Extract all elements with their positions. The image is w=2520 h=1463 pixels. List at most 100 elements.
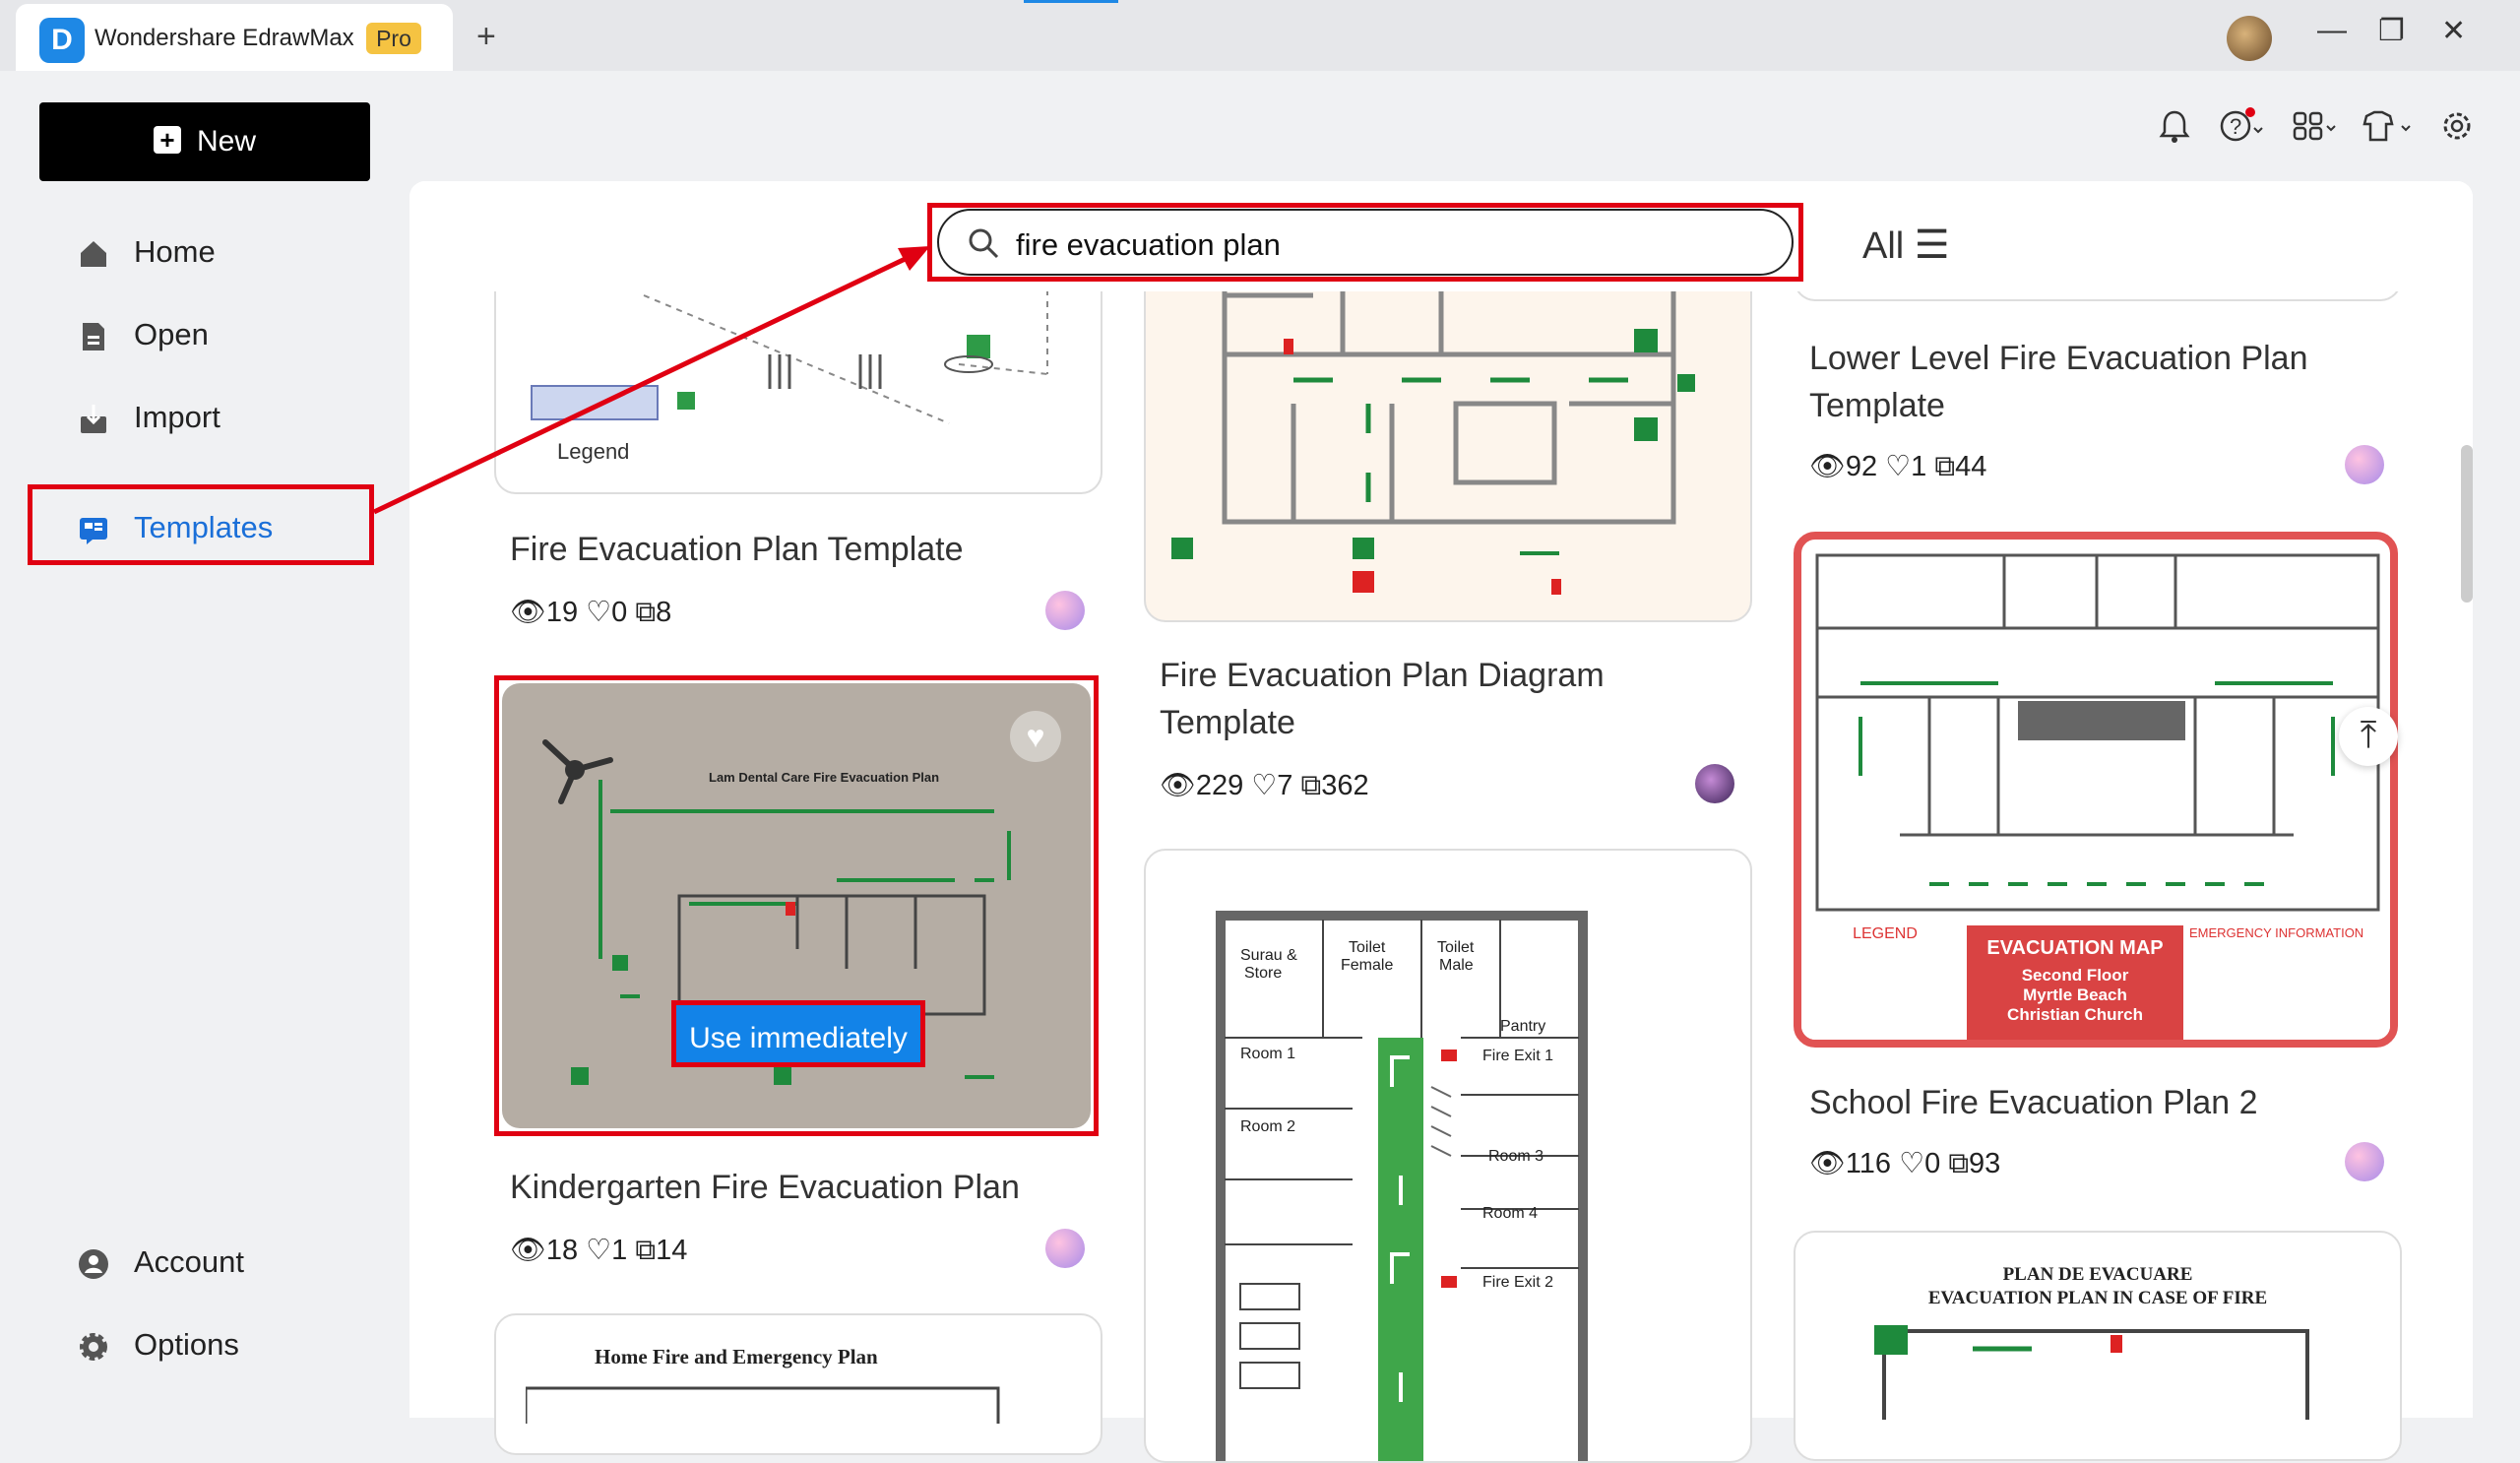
new-tab-button[interactable]: +: [476, 18, 496, 56]
back-to-top-button[interactable]: ⤒: [2339, 707, 2398, 766]
sidebar-item-import[interactable]: Import: [77, 400, 220, 436]
template-card-school-fire-plan-2[interactable]: LEGEND EVACUATION MAP Second Floor Myrtl…: [1794, 532, 2398, 1048]
menu-icon: ☰: [1914, 223, 1950, 267]
pro-badge: Pro: [366, 23, 421, 54]
favorite-heart-button[interactable]: ♥: [1010, 711, 1061, 762]
use-immediately-button[interactable]: Use immediately: [671, 1000, 925, 1067]
sidebar-item-open[interactable]: Open: [77, 317, 209, 353]
copy-icon: ⧉: [1948, 1148, 1970, 1179]
new-button-label: New: [196, 125, 256, 158]
edrawmax-logo-icon: D: [39, 18, 85, 63]
template-card-diagram-template[interactable]: [1144, 246, 1752, 622]
heart-icon: ♡: [1251, 770, 1278, 801]
sidebar-item-label: Options: [134, 1327, 239, 1362]
room-label: Room 1: [1240, 1046, 1296, 1062]
restore-button[interactable]: ❐: [2378, 14, 2405, 48]
room-label: Room 2: [1240, 1118, 1296, 1135]
template-stats: 👁19 ♡0 ⧉8: [510, 595, 671, 629]
template-title[interactable]: Kindergarten Fire Evacuation Plan: [510, 1164, 1020, 1211]
emergency-info-box: EMERGENCY INFORMATION: [2189, 925, 2382, 1040]
template-stats: 👁229 ♡7 ⧉362: [1160, 768, 1369, 802]
evac-church: Christian Church: [2007, 1005, 2143, 1024]
help-icon[interactable]: ?: [2219, 106, 2264, 146]
sidebar-item-home[interactable]: Home: [77, 234, 216, 271]
room-label: Male: [1439, 957, 1474, 974]
room-label: Room 3: [1488, 1148, 1544, 1165]
filter-all-dropdown[interactable]: All ☰: [1862, 223, 1950, 268]
author-avatar[interactable]: [2345, 1142, 2384, 1181]
heart-icon: ♡: [586, 597, 612, 628]
template-stats: 👁18 ♡1 ⧉14: [510, 1233, 687, 1267]
evacuation-map-box: EVACUATION MAP Second Floor Myrtle Beach…: [1967, 925, 2183, 1040]
bell-icon[interactable]: [2158, 108, 2191, 144]
sidebar-item-label: Import: [134, 400, 220, 434]
template-preview: [1874, 1325, 2309, 1420]
views-count: 229: [1195, 770, 1244, 801]
scrollbar-thumb[interactable]: [2461, 445, 2473, 603]
template-card-floor-plan[interactable]: Surau & Store Toilet Female Toilet Male …: [1144, 849, 1752, 1463]
copies-count: 44: [1955, 451, 1987, 482]
legend-box: LEGEND: [1811, 925, 1959, 1040]
copy-icon: ⧉: [1300, 770, 1322, 801]
template-stats: 👁116 ♡0 ⧉93: [1809, 1146, 2000, 1180]
author-avatar[interactable]: [2345, 445, 2384, 484]
copies-count: 93: [1969, 1148, 2001, 1179]
preview-subtitle: EVACUATION PLAN IN CASE OF FIRE: [1927, 1288, 2268, 1308]
template-card-home-fire[interactable]: Home Fire and Emergency Plan: [494, 1313, 1102, 1455]
template-title[interactable]: School Fire Evacuation Plan 2: [1809, 1079, 2257, 1126]
copies-count: 362: [1321, 770, 1369, 801]
copy-icon: ⧉: [635, 1235, 657, 1266]
template-title[interactable]: Fire Evacuation Plan Template: [510, 526, 964, 573]
apps-grid-icon[interactable]: [2292, 108, 2337, 144]
template-stats: 👁92 ♡1 ⧉44: [1809, 449, 1986, 483]
room-label: Store: [1244, 965, 1283, 982]
eye-icon: 👁: [510, 597, 546, 628]
legend-strip: LEGEND EVACUATION MAP Second Floor Myrtl…: [1801, 925, 2390, 1040]
eye-icon: 👁: [1809, 451, 1846, 482]
legend-heading: LEGEND: [1853, 925, 1918, 942]
room-label: Fire Exit 1: [1482, 1048, 1554, 1064]
template-preview: [1171, 246, 1695, 595]
eye-icon: 👁: [1160, 770, 1196, 801]
sidebar-item-label: Account: [134, 1244, 245, 1279]
preview-title: PLAN DE EVACUARE: [2002, 1264, 2193, 1285]
heart-icon: ♡: [1899, 1148, 1925, 1179]
template-preview: [1815, 553, 2380, 912]
filter-label: All: [1862, 225, 1905, 267]
sidebar-item-account[interactable]: Account: [77, 1244, 244, 1281]
author-avatar[interactable]: [1695, 764, 1734, 803]
evac-map-heading: EVACUATION MAP: [1986, 937, 2164, 959]
likes-count: 1: [611, 1235, 628, 1266]
new-button[interactable]: + New: [39, 102, 370, 181]
heart-icon: ♡: [1885, 451, 1912, 482]
user-avatar[interactable]: [2227, 16, 2272, 61]
minimize-button[interactable]: —: [2317, 14, 2347, 47]
likes-count: 0: [1924, 1148, 1941, 1179]
legend-label: Legend: [557, 439, 630, 464]
template-title[interactable]: Lower Level Fire Evacuation Plan Templat…: [1809, 335, 2380, 429]
author-avatar[interactable]: [1045, 1229, 1085, 1268]
copy-icon: ⧉: [635, 597, 657, 628]
eye-icon: 👁: [1809, 1148, 1846, 1179]
templates-highlight-box: [28, 484, 374, 565]
likes-count: 0: [611, 597, 628, 628]
gear-icon: [80, 1332, 107, 1361]
heart-icon: ♡: [586, 1235, 612, 1266]
settings-gear-icon[interactable]: [2439, 108, 2475, 144]
template-preview: [526, 1386, 1000, 1424]
copies-count: 14: [656, 1235, 688, 1266]
template-card-plan-de-evacuare[interactable]: PLAN DE EVACUARE EVACUATION PLAN IN CASE…: [1794, 1231, 2402, 1461]
sidebar-item-options[interactable]: Options: [77, 1327, 239, 1364]
template-title[interactable]: Fire Evacuation Plan Diagram Template: [1160, 652, 1711, 746]
emergency-heading: EMERGENCY INFORMATION: [2189, 925, 2364, 940]
home-icon: [81, 240, 106, 267]
shirt-icon[interactable]: [2359, 108, 2414, 144]
app-name: Wondershare EdrawMax: [94, 25, 354, 51]
author-avatar[interactable]: [1045, 591, 1085, 630]
preview-title: Home Fire and Emergency Plan: [595, 1345, 878, 1368]
close-button[interactable]: ✕: [2441, 14, 2466, 48]
file-icon: [83, 322, 104, 350]
copies-count: 8: [656, 597, 672, 628]
room-label: Room 4: [1482, 1205, 1539, 1222]
views-count: 19: [545, 597, 579, 628]
